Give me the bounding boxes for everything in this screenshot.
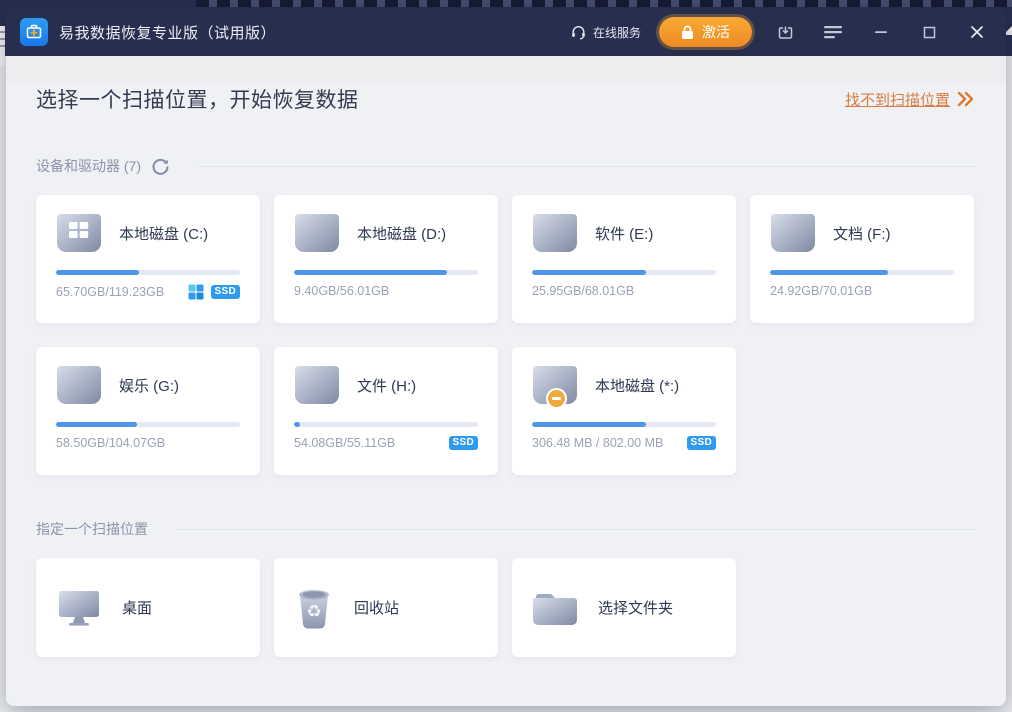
drive-icon xyxy=(770,213,816,253)
background-page-text-fragment xyxy=(196,0,1012,7)
drive-card-hidden[interactable]: 本地磁盘 (*:) 306.48 MB / 802.00 MB SSD xyxy=(512,347,736,475)
drive-name: 娱乐 (G:) xyxy=(119,375,179,396)
activate-button[interactable]: 激活 xyxy=(659,17,752,47)
windows-logo-icon xyxy=(188,284,204,300)
page-title: 选择一个扫描位置，开始恢复数据 xyxy=(36,84,359,114)
system-drive-icon xyxy=(56,213,102,253)
menu-button[interactable] xyxy=(818,17,848,47)
online-service-button[interactable]: 在线服务 xyxy=(570,24,641,41)
desktop-card[interactable]: 桌面 xyxy=(36,558,260,657)
maximize-icon xyxy=(923,26,936,39)
section-divider xyxy=(198,166,976,167)
background-page-edge xyxy=(0,26,5,66)
drive-icon xyxy=(294,213,340,253)
desktop-icon xyxy=(56,588,102,628)
drive-size: 54.08GB/55.11GB xyxy=(294,436,395,450)
drive-name: 本地磁盘 (*:) xyxy=(595,375,679,396)
devices-section-title: 设备和驱动器 (7) xyxy=(36,156,141,176)
window-title: 易我数据恢复专业版（试用版） xyxy=(59,22,276,43)
drive-name: 文件 (H:) xyxy=(357,375,416,396)
app-window: 易我数据恢复专业版（试用版） 在线服务 激活 xyxy=(6,8,1006,706)
capacity-bar xyxy=(532,422,716,427)
drive-icon xyxy=(532,213,578,253)
drive-name: 本地磁盘 (C:) xyxy=(119,223,208,244)
capacity-bar xyxy=(770,270,954,275)
drive-size: 25.95GB/68.01GB xyxy=(532,284,634,298)
main-content: 选择一个扫描位置，开始恢复数据 找不到扫描位置 设备和驱动器 (7) xyxy=(6,84,1006,706)
select-folder-card[interactable]: 选择文件夹 xyxy=(512,558,736,657)
locations-section-title: 指定一个扫描位置 xyxy=(36,519,148,539)
recycle-bin-icon: ♻ xyxy=(294,586,334,630)
save-report-button[interactable] xyxy=(770,17,800,47)
app-logo-icon xyxy=(20,18,48,46)
drive-icon xyxy=(294,365,340,405)
drive-card-e[interactable]: 软件 (E:) 25.95GB/68.01GB xyxy=(512,195,736,323)
svg-text:♻: ♻ xyxy=(306,602,321,622)
select-folder-label: 选择文件夹 xyxy=(598,597,673,618)
lock-icon xyxy=(681,25,694,40)
minus-badge-icon xyxy=(546,388,567,409)
minimize-button[interactable] xyxy=(866,17,896,47)
drive-name: 软件 (E:) xyxy=(595,223,653,244)
save-download-icon xyxy=(777,24,794,41)
recycle-bin-card[interactable]: ♻ 回收站 xyxy=(274,558,498,657)
folder-icon xyxy=(532,589,578,627)
drive-size: 9.40GB/56.01GB xyxy=(294,284,389,298)
cannot-find-location-label: 找不到扫描位置 xyxy=(845,89,950,110)
ssd-badge: SSD xyxy=(687,436,716,450)
minimize-icon xyxy=(874,25,888,39)
drive-card-h[interactable]: 文件 (H:) 54.08GB/55.11GB SSD xyxy=(274,347,498,475)
drive-card-g[interactable]: 娱乐 (G:) 58.50GB/104.07GB xyxy=(36,347,260,475)
capacity-bar xyxy=(532,270,716,275)
drive-size: 58.50GB/104.07GB xyxy=(56,436,165,450)
drive-card-c[interactable]: 本地磁盘 (C:) 65.70GB/119.23GB SSD xyxy=(36,195,260,323)
double-chevron-right-icon xyxy=(956,91,976,107)
close-button[interactable] xyxy=(962,17,992,47)
section-divider xyxy=(176,529,976,530)
close-icon xyxy=(970,25,984,39)
desktop-label: 桌面 xyxy=(122,597,152,618)
drive-size: 24.92GB/70.01GB xyxy=(770,284,872,298)
title-bar: 易我数据恢复专业版（试用版） 在线服务 激活 xyxy=(6,8,1006,56)
capacity-bar xyxy=(56,270,240,275)
refresh-icon[interactable] xyxy=(151,157,170,176)
cannot-find-location-link[interactable]: 找不到扫描位置 xyxy=(845,89,976,110)
hidden-drive-icon xyxy=(532,365,578,405)
drive-card-d[interactable]: 本地磁盘 (D:) 9.40GB/56.01GB xyxy=(274,195,498,323)
drives-grid: 本地磁盘 (C:) 65.70GB/119.23GB SSD xyxy=(36,195,976,475)
drive-size: 306.48 MB / 802.00 MB xyxy=(532,436,663,450)
headset-icon xyxy=(570,24,587,41)
locations-grid: 桌面 ♻ 回收站 选择文件夹 xyxy=(36,558,976,657)
drive-name: 文档 (F:) xyxy=(833,223,891,244)
ssd-badge: SSD xyxy=(449,436,478,450)
capacity-bar xyxy=(294,270,478,275)
drive-size: 65.70GB/119.23GB xyxy=(56,285,164,299)
ssd-badge: SSD xyxy=(211,285,240,299)
drive-card-f[interactable]: 文档 (F:) 24.92GB/70.01GB xyxy=(750,195,974,323)
drive-name: 本地磁盘 (D:) xyxy=(357,223,446,244)
capacity-bar xyxy=(56,422,240,427)
capacity-bar xyxy=(294,422,478,427)
hamburger-menu-icon xyxy=(824,25,842,39)
online-service-label: 在线服务 xyxy=(593,24,641,41)
activate-label: 激活 xyxy=(702,22,730,42)
drive-icon xyxy=(56,365,102,405)
maximize-button[interactable] xyxy=(914,17,944,47)
recycle-bin-label: 回收站 xyxy=(354,597,399,618)
